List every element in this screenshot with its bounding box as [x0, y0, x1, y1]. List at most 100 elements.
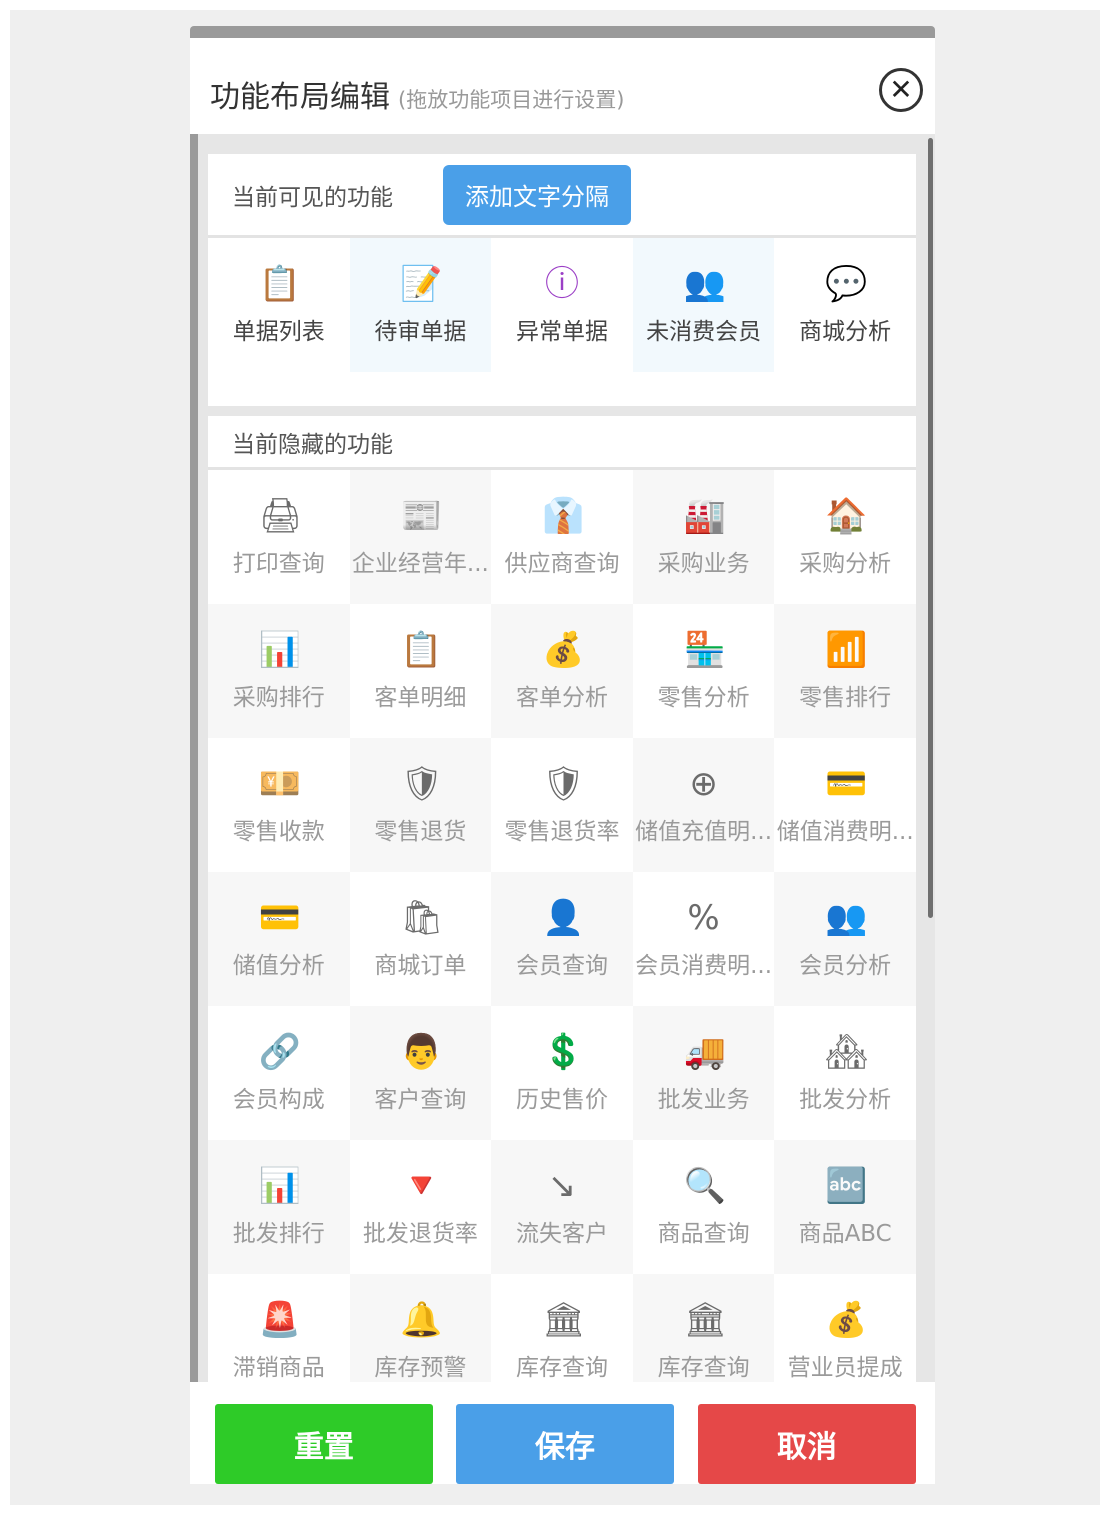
document-list-icon: 📋 — [258, 264, 302, 304]
item-label: 零售收款 — [232, 819, 325, 845]
hidden-item[interactable]: ↘ 流失客户 — [491, 1140, 633, 1274]
item-label: 零售排行 — [799, 685, 892, 711]
hidden-item[interactable]: 💴 零售收款 — [208, 738, 350, 872]
hidden-item[interactable]: 👨 客户查询 — [349, 1006, 492, 1140]
hidden-item[interactable]: 💰 客单分析 — [491, 604, 633, 738]
visible-item[interactable]: 📋 单据列表 — [208, 238, 350, 372]
price-history-icon: 💲 — [541, 1032, 585, 1072]
hidden-item[interactable]: 🏛 库存查询 — [632, 1274, 775, 1388]
item-label: 单据列表 — [232, 319, 325, 345]
visible-item[interactable]: 👥 未消费会员 — [632, 238, 775, 372]
card-icon: 💳 — [258, 898, 302, 938]
hidden-item[interactable]: 🚨 滞销商品 — [208, 1274, 350, 1388]
wholesale-return-icon: 🔻 — [400, 1166, 443, 1206]
hidden-item[interactable]: 📰 企业经营年... — [349, 470, 492, 604]
member-analysis-icon: 👥 — [825, 898, 868, 938]
item-label: 客单明细 — [374, 685, 467, 711]
hidden-item[interactable]: 🚚 批发业务 — [632, 1006, 775, 1140]
dialog-body[interactable]: 当前可见的功能 添加文字分隔 📋 单据列表 📝 待审单据 ⓘ 异常单据 👥 未消费会员 💬 商城分… — [198, 134, 935, 1388]
hidden-item[interactable]: 🏘 批发分析 — [774, 1006, 916, 1140]
shopping-bag-icon: 🛍 — [400, 898, 444, 938]
hidden-item[interactable]: 🔤 商品ABC — [774, 1140, 916, 1274]
hidden-item[interactable]: 💳 储值消费明... — [774, 738, 916, 872]
item-label: 批发退货率 — [362, 1221, 478, 1247]
hidden-item[interactable]: 👤 会员查询 — [491, 872, 633, 1006]
hidden-item[interactable]: 📋 客单明细 — [350, 604, 492, 738]
item-label: 库存查询 — [657, 1355, 750, 1381]
item-label: 企业经营年... — [351, 551, 489, 577]
hidden-item[interactable]: 💰 营业员提成 — [774, 1274, 916, 1388]
visible-section-title: 当前可见的功能 — [232, 184, 393, 211]
hidden-item[interactable]: 🏠 采购分析 — [774, 470, 916, 604]
money-bag-icon: 💰 — [541, 630, 585, 670]
hidden-item[interactable]: 🏪 零售分析 — [633, 604, 775, 738]
hidden-item[interactable]: 👥 会员分析 — [774, 872, 916, 1006]
scrollbar[interactable] — [928, 138, 933, 918]
wholesale-icon: 🚚 — [683, 1032, 726, 1072]
hidden-item[interactable]: 🔔 库存预警 — [349, 1274, 492, 1388]
item-label: 采购分析 — [799, 551, 892, 577]
item-label: 零售分析 — [657, 685, 750, 711]
cancel-button[interactable]: 取消 — [698, 1404, 916, 1484]
printer-icon: 🖨 — [258, 496, 302, 536]
clipboard-check-icon: 📋 — [400, 630, 443, 670]
close-icon: ✕ — [889, 73, 913, 106]
item-label: 零售退货率 — [504, 819, 620, 845]
hidden-item[interactable]: 🛍 商城订单 — [350, 872, 492, 1006]
hidden-item[interactable]: 👔 供应商查询 — [491, 470, 633, 604]
members-icon: 👥 — [683, 264, 726, 304]
item-label: 储值消费明... — [776, 819, 914, 845]
visible-item[interactable]: 📝 待审单据 — [349, 238, 492, 372]
info-icon: ⓘ — [544, 264, 579, 304]
item-label: 客户查询 — [374, 1087, 467, 1113]
hidden-item[interactable]: 📊 采购排行 — [208, 604, 350, 738]
hidden-item[interactable]: 💳 储值分析 — [208, 872, 350, 1006]
item-label: 库存查询 — [515, 1355, 608, 1381]
item-label: 商品ABC — [798, 1221, 892, 1247]
hidden-item[interactable]: 🛡 零售退货 — [349, 738, 492, 872]
hidden-item[interactable]: 💲 历史售价 — [491, 1006, 633, 1140]
return-rate-icon: 🛡 — [541, 764, 586, 804]
shop-icon: 🏪 — [683, 630, 726, 670]
hidden-item[interactable]: 🛡 零售退货率 — [491, 738, 633, 872]
hidden-item[interactable]: 📶 零售排行 — [774, 604, 916, 738]
hidden-item[interactable]: 🖨 打印查询 — [208, 470, 350, 604]
hidden-item[interactable]: 🏭 采购业务 — [632, 470, 775, 604]
pending-doc-icon: 📝 — [400, 264, 443, 304]
dialog-subtitle: (拖放功能项目进行设置) — [398, 88, 625, 112]
item-label: 营业员提成 — [787, 1355, 903, 1381]
dialog-title: 功能布局编辑 (拖放功能项目进行设置) — [210, 72, 624, 116]
hidden-item[interactable]: 🔻 批发退货率 — [350, 1140, 492, 1274]
visible-item[interactable]: 💬 商城分析 — [774, 238, 916, 372]
hidden-item[interactable]: ⊕ 储值充值明... — [632, 738, 775, 872]
item-label: 采购业务 — [657, 551, 750, 577]
item-label: 历史售价 — [515, 1087, 608, 1113]
item-label: 储值分析 — [232, 953, 325, 979]
hidden-grid: 🖨 打印查询 📰 企业经营年... 👔 供应商查询 🏭 采购业务 🏠 采购分析 📊 采购排行 📋 客单明细… — [208, 470, 916, 1388]
item-label: 待审单据 — [374, 319, 467, 345]
hidden-item[interactable]: % 会员消费明... — [633, 872, 775, 1006]
product-search-icon: 🔍 — [683, 1166, 726, 1206]
report-icon: 📰 — [400, 496, 443, 536]
visible-item[interactable]: ⓘ 异常单据 — [491, 238, 633, 372]
inventory-icon-2: 🏛 — [683, 1300, 727, 1340]
hidden-item[interactable]: 🔍 商品查询 — [633, 1140, 775, 1274]
org-structure-icon: 🔗 — [258, 1032, 302, 1072]
wholesale-analysis-icon: 🏘 — [825, 1032, 869, 1072]
dialog-header: 功能布局编辑 (拖放功能项目进行设置) ✕ — [190, 38, 935, 134]
commission-icon: 💰 — [825, 1300, 868, 1340]
close-button[interactable]: ✕ — [879, 68, 923, 112]
add-text-separator-button[interactable]: 添加文字分隔 — [443, 164, 631, 225]
item-label: 会员构成 — [232, 1087, 325, 1113]
save-button[interactable]: 保存 — [456, 1404, 674, 1484]
member-search-icon: 👤 — [541, 898, 585, 938]
inventory-icon: 🏛 — [541, 1300, 586, 1340]
reset-button[interactable]: 重置 — [215, 1404, 433, 1484]
supplier-icon: 👔 — [541, 496, 585, 536]
item-label: 打印查询 — [232, 551, 325, 577]
yen-hand-icon: 💴 — [258, 764, 302, 804]
customer-icon: 👨 — [400, 1032, 443, 1072]
hidden-item[interactable]: 🏛 库存查询 — [491, 1274, 633, 1388]
hidden-item[interactable]: 📊 批发排行 — [208, 1140, 350, 1274]
hidden-item[interactable]: 🔗 会员构成 — [208, 1006, 350, 1140]
